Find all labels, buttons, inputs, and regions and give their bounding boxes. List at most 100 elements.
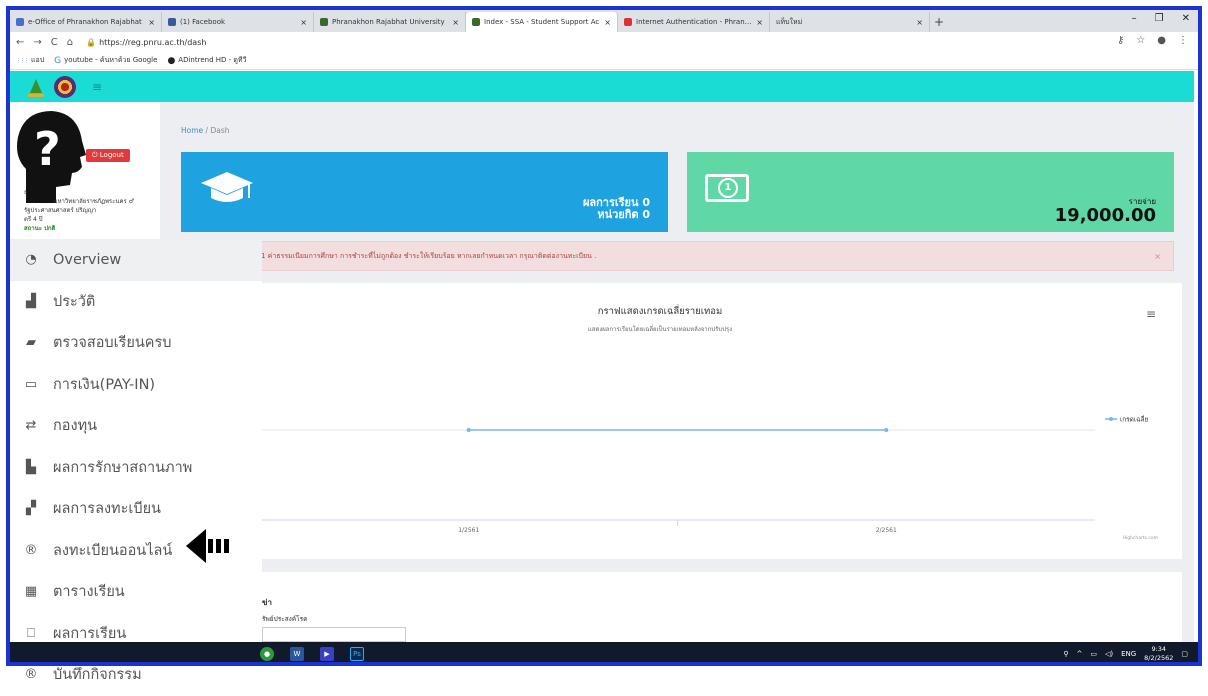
news-title: ข่า — [262, 598, 272, 607]
clock[interactable]: 9:34 8/2/2562 — [1144, 645, 1173, 663]
user-info-line: สถานะ ปกติ — [24, 225, 56, 232]
hamburger-menu-icon[interactable]: ≡ — [92, 80, 102, 94]
sidebar-item-label: กองทุน — [53, 418, 98, 435]
sidebar-item[interactable]: ▟ ประวัติ — [10, 281, 262, 323]
news-subtitle: รัพย์ประสงค์โรค — [262, 615, 308, 623]
profile-icon[interactable]: ● — [1157, 35, 1166, 46]
browser-tab[interactable]: Phranakhon Rajabhat University × — [314, 12, 466, 32]
forward-icon[interactable]: → — [33, 37, 41, 48]
browser-tab[interactable]: e-Office of Phranakhon Rajabhat × — [10, 12, 162, 32]
breadcrumb: Home / Dash — [181, 126, 230, 135]
chart-legend-marker — [1109, 417, 1113, 421]
menu-dots-icon[interactable]: ⋮ — [1178, 35, 1188, 46]
sidebar-item-label: ตรวจสอบเรียนครบ — [53, 335, 172, 352]
tab-label: Internet Authentication - Phranak — [636, 18, 753, 26]
book-icon: ▰ — [26, 335, 36, 351]
registered-icon: ® — [24, 542, 38, 558]
language-indicator[interactable]: ENG — [1121, 650, 1136, 658]
media-taskbar-icon[interactable]: ▶ — [320, 647, 334, 661]
browser-tab[interactable]: แท็บใหม่ × — [770, 12, 930, 32]
sidebar-item-label: ผลการลงทะเบียน — [53, 501, 161, 518]
chart-data-point — [884, 428, 889, 432]
word-taskbar-icon[interactable]: W — [290, 647, 304, 661]
sidebar-item[interactable]: ▰ ตรวจสอบเรียนครบ — [10, 322, 262, 364]
key-icon[interactable]: ⚷ — [1117, 35, 1124, 46]
bookmark-label: ADintrend HD - ดูทีวี — [178, 56, 247, 64]
chart-x-tick-label: 2/2561 — [876, 527, 897, 534]
bookmark-item[interactable]: ⋮⋮⋮ แอป — [16, 55, 44, 66]
payment-summary-box: รายจ่าย 19,000.00 — [687, 152, 1174, 232]
sidebar-item-label: ประวัติ — [53, 293, 96, 310]
university-icon — [472, 18, 480, 26]
apps-icon: ⋮⋮⋮ — [16, 57, 29, 64]
url-field[interactable]: 🔒 https://reg.pnru.ac.th/dash — [86, 38, 206, 47]
sidebar-item-label: ตารางเรียน — [53, 584, 125, 601]
chart-subtitle: แสดงผลการเรียนโดยเฉลี่ยเป็นรายเทอมหลังจา… — [588, 324, 732, 333]
home-icon[interactable]: ⌂ — [67, 37, 73, 48]
money-icon — [705, 174, 749, 202]
logout-button[interactable]: ⏻ Logout — [86, 149, 130, 162]
tab-close-icon[interactable]: × — [452, 18, 459, 27]
new-tab-icon[interactable]: + — [930, 12, 948, 32]
chart-credits: Highcharts.com — [1123, 535, 1158, 541]
bookmark-item[interactable]: ● ADintrend HD - ดูทีวี — [167, 55, 246, 66]
sidebar-item[interactable]: ◔ Overview — [10, 239, 262, 281]
tab-close-icon[interactable]: × — [300, 18, 307, 27]
sidebar-item[interactable]: ▭ การเงิน(PAY-IN) — [10, 364, 262, 406]
bookmarks-bar: ⋮⋮⋮ แอป Gyoutube - ค้นหาด้วย Google ● ADintr… — [10, 52, 1198, 70]
user-info-line: รัฐประศาสนศาสตร์ ปริญญา — [24, 207, 97, 214]
close-window-icon[interactable]: ✕ — [1182, 13, 1190, 24]
calendar-icon: ▦ — [24, 584, 38, 600]
sidebar-item-label: ผลการรักษาสถานภาพ — [53, 459, 193, 476]
people-icon[interactable]: ⚲ — [1063, 650, 1068, 658]
breadcrumb-home[interactable]: Home — [181, 126, 203, 135]
tab-close-icon[interactable]: × — [756, 18, 763, 27]
tab-close-icon[interactable]: × — [604, 18, 611, 27]
clock-date: 8/2/2562 — [1144, 654, 1174, 662]
browser-tab[interactable]: (1) Facebook × — [162, 12, 314, 32]
sidebar-item-label: ลงทะเบียนออนไลน์ — [53, 542, 173, 559]
tab-label: Index - SSA - Student Support Ac — [484, 18, 600, 26]
registered-icon: ® — [24, 667, 38, 683]
photoshop-taskbar-icon[interactable]: Ps — [350, 647, 364, 661]
browser-addressbar: ← → C ⌂ 🔒 https://reg.pnru.ac.th/dash ⚷ ☆… — [10, 32, 1198, 52]
chart-menu-icon[interactable]: ≡ — [1146, 307, 1156, 321]
bookmark-icon: ⎕ — [27, 625, 35, 641]
temple-logo-icon — [28, 77, 44, 97]
bookmark-item[interactable]: Gyoutube - ค้นหาด้วย Google — [54, 55, 157, 66]
news-input[interactable] — [262, 627, 406, 642]
alert-text: 1 ค่าธรรมเนียมการศึกษา การชำระที่ไม่ถูกต… — [261, 251, 597, 260]
star-icon[interactable]: ☆ — [1136, 35, 1145, 46]
sidebar-item[interactable]: ⇄ กองทุน — [10, 405, 262, 447]
user-info-line: ตรี 4 ปี — [24, 216, 43, 223]
money-icon: ▭ — [24, 376, 38, 392]
notification-icon[interactable]: ▢ — [1181, 650, 1188, 658]
sidebar-item[interactable]: ▦ ตารางเรียน — [10, 571, 262, 613]
user-icon: ▟ — [26, 293, 36, 309]
windows-taskbar: ● W ▶ Ps ⚲ ^ ▭ ◁) ENG 9:34 8/2/2562 ▢ — [10, 642, 1198, 666]
note-icon: ▞ — [26, 501, 36, 517]
browser-tab[interactable]: Index - SSA - Student Support Ac × — [466, 12, 618, 32]
sidebar-item-label: การเงิน(PAY-IN) — [53, 376, 156, 393]
minimize-icon[interactable]: – — [1132, 13, 1137, 24]
maximize-icon[interactable]: ❐ — [1155, 13, 1164, 24]
sidebar-item-label: บันทึกกิจกรรม — [53, 667, 142, 684]
alert-banner: 1 ค่าธรรมเนียมการศึกษา การชำระที่ไม่ถูกต… — [160, 241, 1174, 271]
browser-tab[interactable]: Internet Authentication - Phranak × — [618, 12, 770, 32]
back-icon[interactable]: ← — [16, 37, 24, 48]
logout-label: Logout — [99, 151, 124, 159]
sidebar-item[interactable]: ▞ ผลการลงทะเบียน — [10, 488, 262, 530]
grade-summary-box: ผลการเรียน 0 หน่วยกิต 0 — [181, 152, 668, 232]
circle-icon: ● — [167, 55, 176, 66]
browser-tabbar: e-Office of Phranakhon Rajabhat × (1) Face… — [10, 10, 1198, 32]
network-icon[interactable]: ▭ — [1090, 650, 1097, 658]
tab-close-icon[interactable]: × — [148, 18, 155, 27]
breadcrumb-current: Dash — [210, 126, 230, 135]
chrome-taskbar-icon[interactable]: ● — [260, 647, 274, 661]
tab-close-icon[interactable]: × — [916, 18, 923, 27]
reload-icon[interactable]: C — [51, 37, 58, 48]
close-icon[interactable]: × — [1154, 252, 1161, 261]
tray-chevron-icon[interactable]: ^ — [1076, 650, 1082, 658]
volume-icon[interactable]: ◁) — [1105, 650, 1113, 658]
sidebar-item[interactable]: ▙ ผลการรักษาสถานภาพ — [10, 447, 262, 489]
